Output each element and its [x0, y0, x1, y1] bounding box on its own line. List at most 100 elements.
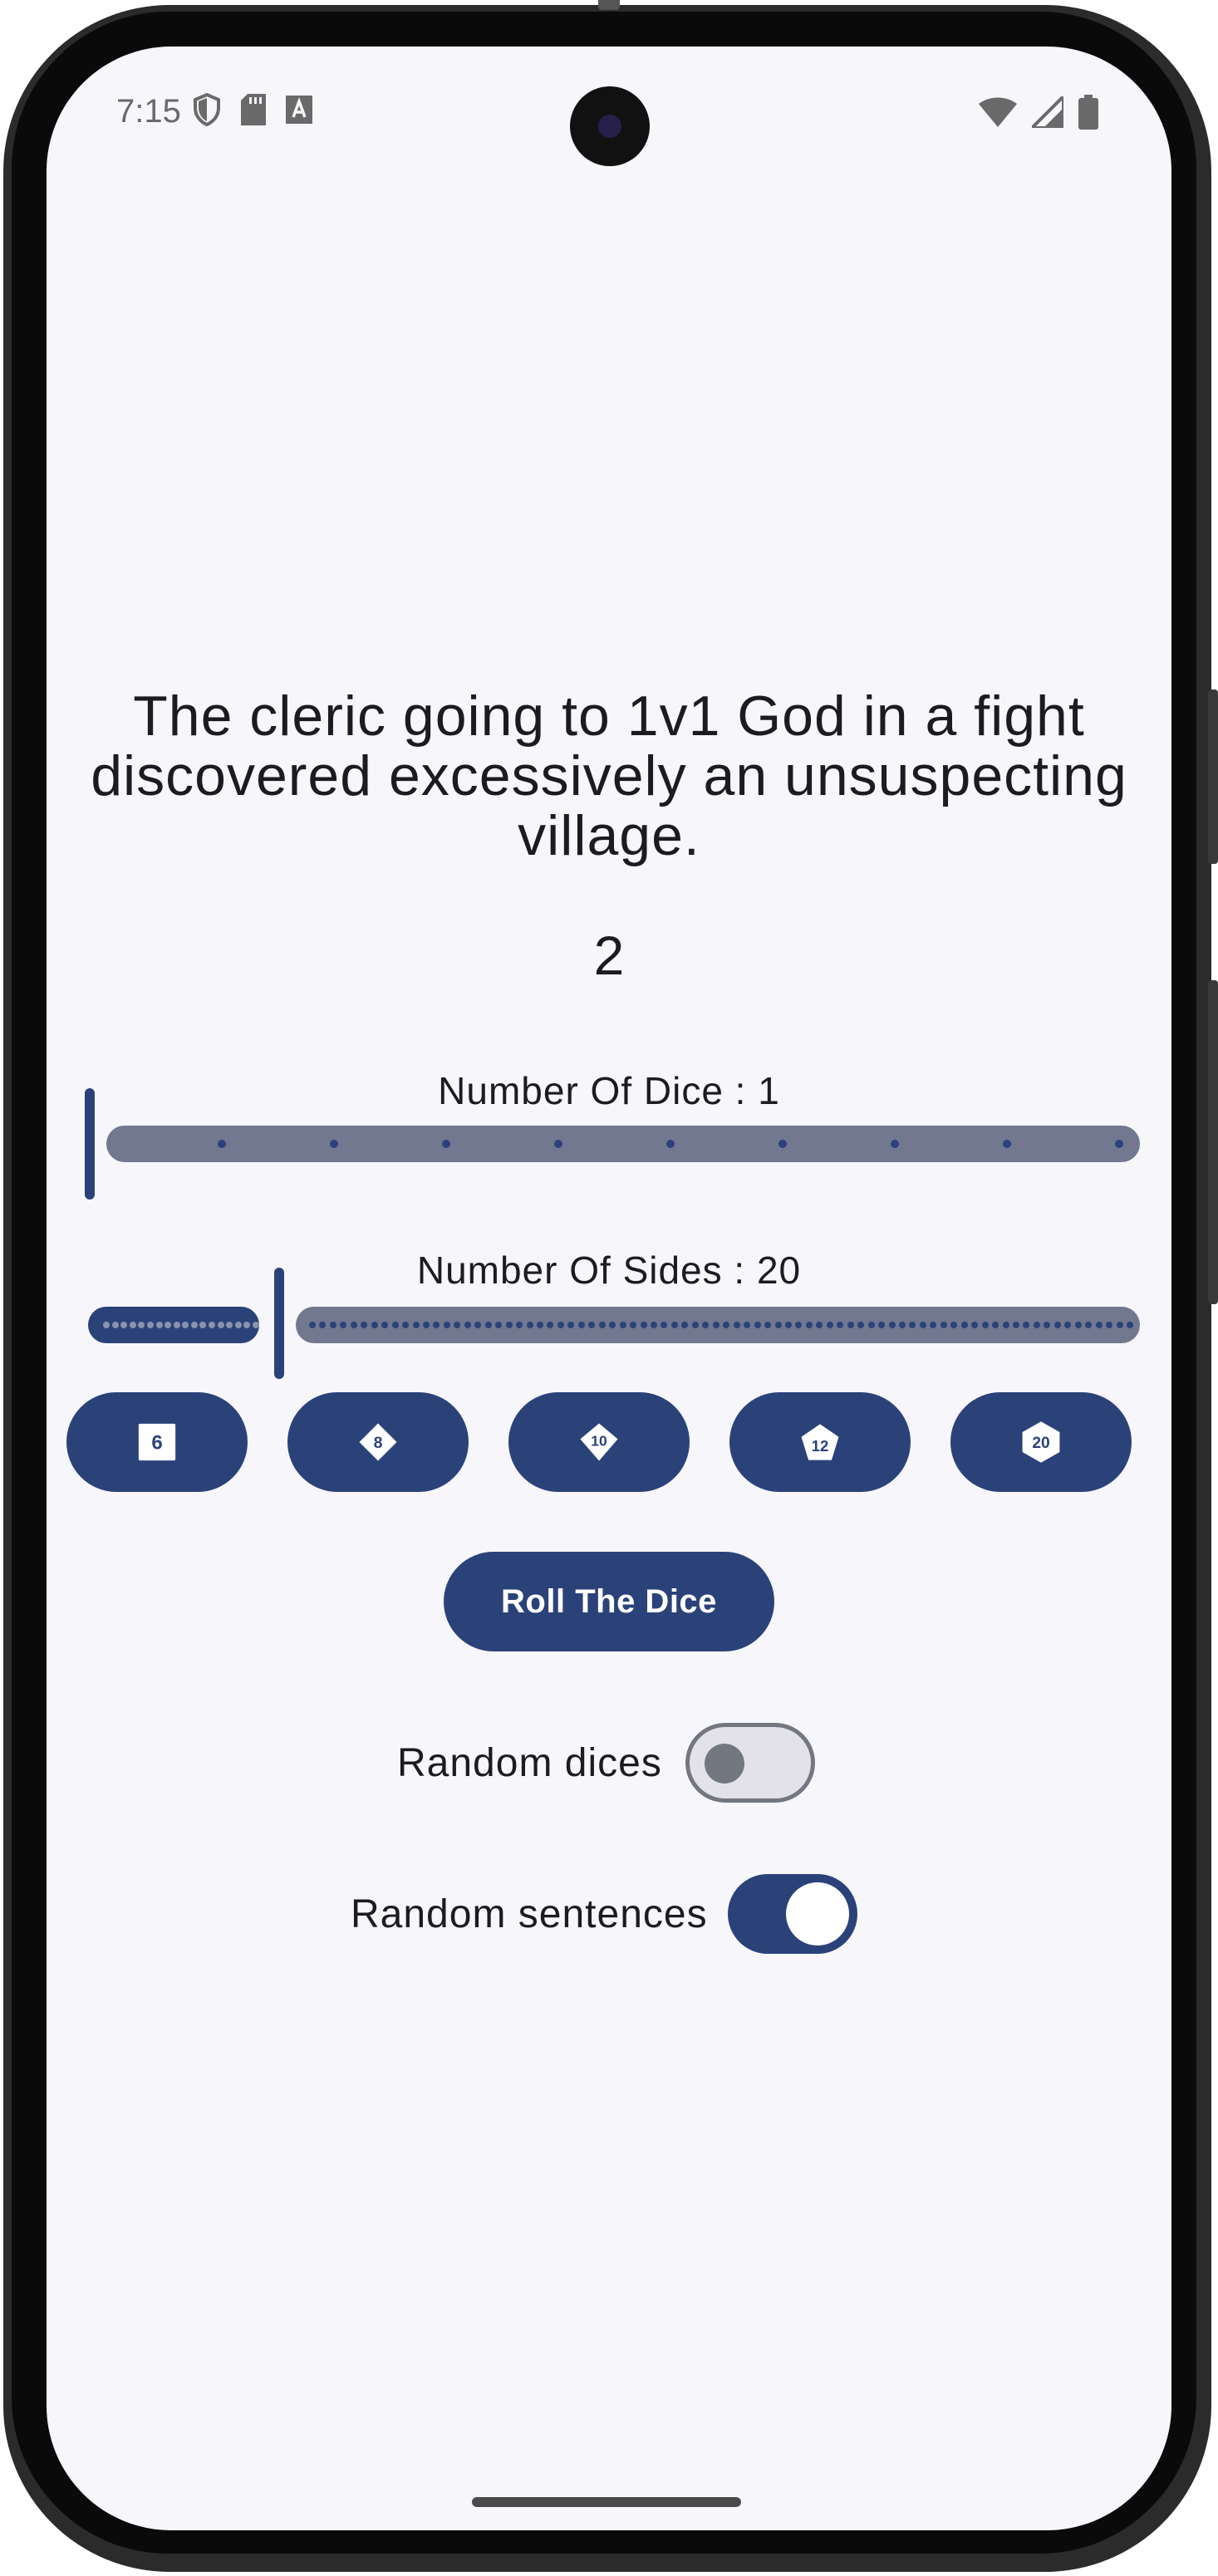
slider-tick: [733, 1322, 740, 1328]
dice-preset-label: 12: [812, 1437, 829, 1455]
slider-tick: [712, 1322, 720, 1328]
shield-icon: [193, 92, 221, 130]
slider-tick: [350, 1322, 357, 1328]
sides-count-slider-thumb[interactable]: [274, 1268, 284, 1379]
sides-count-slider[interactable]: [88, 1268, 1140, 1384]
slider-tick: [826, 1322, 833, 1328]
slider-tick: [878, 1322, 886, 1328]
d8-icon: 8: [358, 1422, 398, 1462]
dice-preset-label: 10: [591, 1432, 607, 1449]
slider-tick: [443, 1322, 450, 1328]
d20-icon: 20: [1021, 1421, 1061, 1463]
dice-preset-d6-button[interactable]: 6: [66, 1392, 248, 1492]
dice-preset-d20-button[interactable]: 20: [950, 1392, 1132, 1492]
volume-button: [1208, 689, 1218, 864]
slider-tick: [778, 1140, 787, 1148]
slider-tick: [1053, 1322, 1061, 1328]
slider-tick: [784, 1322, 792, 1328]
slider-tick: [1033, 1322, 1040, 1328]
dice-preset-d10-button[interactable]: 10: [508, 1392, 690, 1492]
switch-knob: [704, 1744, 744, 1784]
slider-tick: [1003, 1140, 1011, 1148]
slider-tick: [146, 1322, 154, 1328]
slider-tick: [234, 1322, 242, 1328]
slider-tick: [898, 1322, 906, 1328]
slider-tick: [919, 1322, 926, 1328]
random-sentences-row: Random sentences: [351, 1874, 857, 1954]
slider-tick: [103, 1322, 110, 1328]
slider-tick: [412, 1322, 420, 1328]
gesture-home-bar[interactable]: [472, 2497, 741, 2507]
dice-preset-d12-button[interactable]: 12: [729, 1392, 911, 1492]
slider-tick: [1074, 1322, 1082, 1328]
dice-preset-d8-button[interactable]: 8: [287, 1392, 469, 1492]
slider-tick: [1115, 1140, 1123, 1148]
slider-tick: [218, 1140, 226, 1148]
slider-tick: [1012, 1322, 1019, 1328]
slider-tick: [442, 1140, 450, 1148]
slider-tick: [960, 1322, 968, 1328]
slider-tick: [940, 1322, 947, 1328]
slider-tick: [981, 1322, 989, 1328]
status-time: 7:15: [116, 93, 181, 130]
slider-tick: [1002, 1322, 1009, 1328]
slider-tick: [155, 1322, 163, 1328]
random-dices-row: Random dices: [397, 1723, 815, 1803]
slider-tick: [619, 1322, 626, 1328]
wifi-icon: [979, 97, 1017, 131]
slider-tick: [691, 1322, 699, 1328]
roll-result: 2: [593, 925, 625, 986]
random-sentences-switch[interactable]: [727, 1874, 857, 1954]
slider-tick: [598, 1322, 606, 1328]
slider-tick: [253, 1322, 259, 1328]
app-screen: 7:15 The cleric going to 1v1 God in a fi…: [47, 47, 1171, 2530]
slider-tick: [526, 1322, 533, 1328]
status-icons-left: [193, 92, 312, 130]
d6-icon: 6: [137, 1422, 177, 1462]
slider-tick: [309, 1322, 316, 1328]
slider-tick: [867, 1322, 875, 1328]
slider-tick: [537, 1322, 544, 1328]
switch-knob: [785, 1882, 849, 1945]
font-a-icon: [286, 96, 312, 128]
d12-icon: 12: [800, 1422, 840, 1462]
cellular-signal-icon: [1028, 92, 1065, 132]
status-icons-right: [979, 92, 1098, 134]
slider-tick: [891, 1140, 899, 1148]
dice-count-slider-track[interactable]: [106, 1126, 1140, 1162]
slider-tick: [651, 1322, 658, 1328]
dice-preset-label: 20: [1032, 1435, 1049, 1452]
dice-preset-label: 8: [374, 1434, 383, 1452]
sd-card-icon: [241, 94, 266, 130]
power-button: [1208, 980, 1218, 1304]
random-sentences-label: Random sentences: [351, 1892, 708, 1936]
slider-tick: [805, 1322, 813, 1328]
slider-tick: [111, 1322, 119, 1328]
slider-tick: [992, 1322, 999, 1328]
slider-tick: [505, 1322, 513, 1328]
slider-tick: [391, 1322, 399, 1328]
slider-tick: [670, 1322, 678, 1328]
slider-tick: [888, 1322, 896, 1328]
dice-preset-label: 6: [151, 1431, 162, 1454]
slider-tick: [464, 1322, 471, 1328]
slider-tick: [1095, 1322, 1103, 1328]
top-sensor: [598, 0, 620, 10]
slider-tick: [190, 1322, 198, 1328]
slider-tick: [330, 1140, 338, 1148]
slider-tick: [484, 1322, 492, 1328]
dice-count-slider[interactable]: [85, 1088, 1140, 1205]
front-camera: [570, 86, 650, 166]
slider-tick: [666, 1140, 675, 1148]
slider-tick: [129, 1322, 136, 1328]
slider-tick: [577, 1322, 585, 1328]
slider-tick: [1116, 1322, 1123, 1328]
slider-tick: [217, 1322, 224, 1328]
random-dices-switch[interactable]: [685, 1723, 815, 1803]
roll-dice-button[interactable]: Roll The Dice: [444, 1552, 774, 1651]
slider-tick: [1127, 1322, 1133, 1328]
random-dices-label: Random dices: [397, 1740, 662, 1785]
slider-tick: [173, 1322, 180, 1328]
slider-tick: [847, 1322, 854, 1328]
dice-count-slider-thumb[interactable]: [85, 1088, 95, 1200]
